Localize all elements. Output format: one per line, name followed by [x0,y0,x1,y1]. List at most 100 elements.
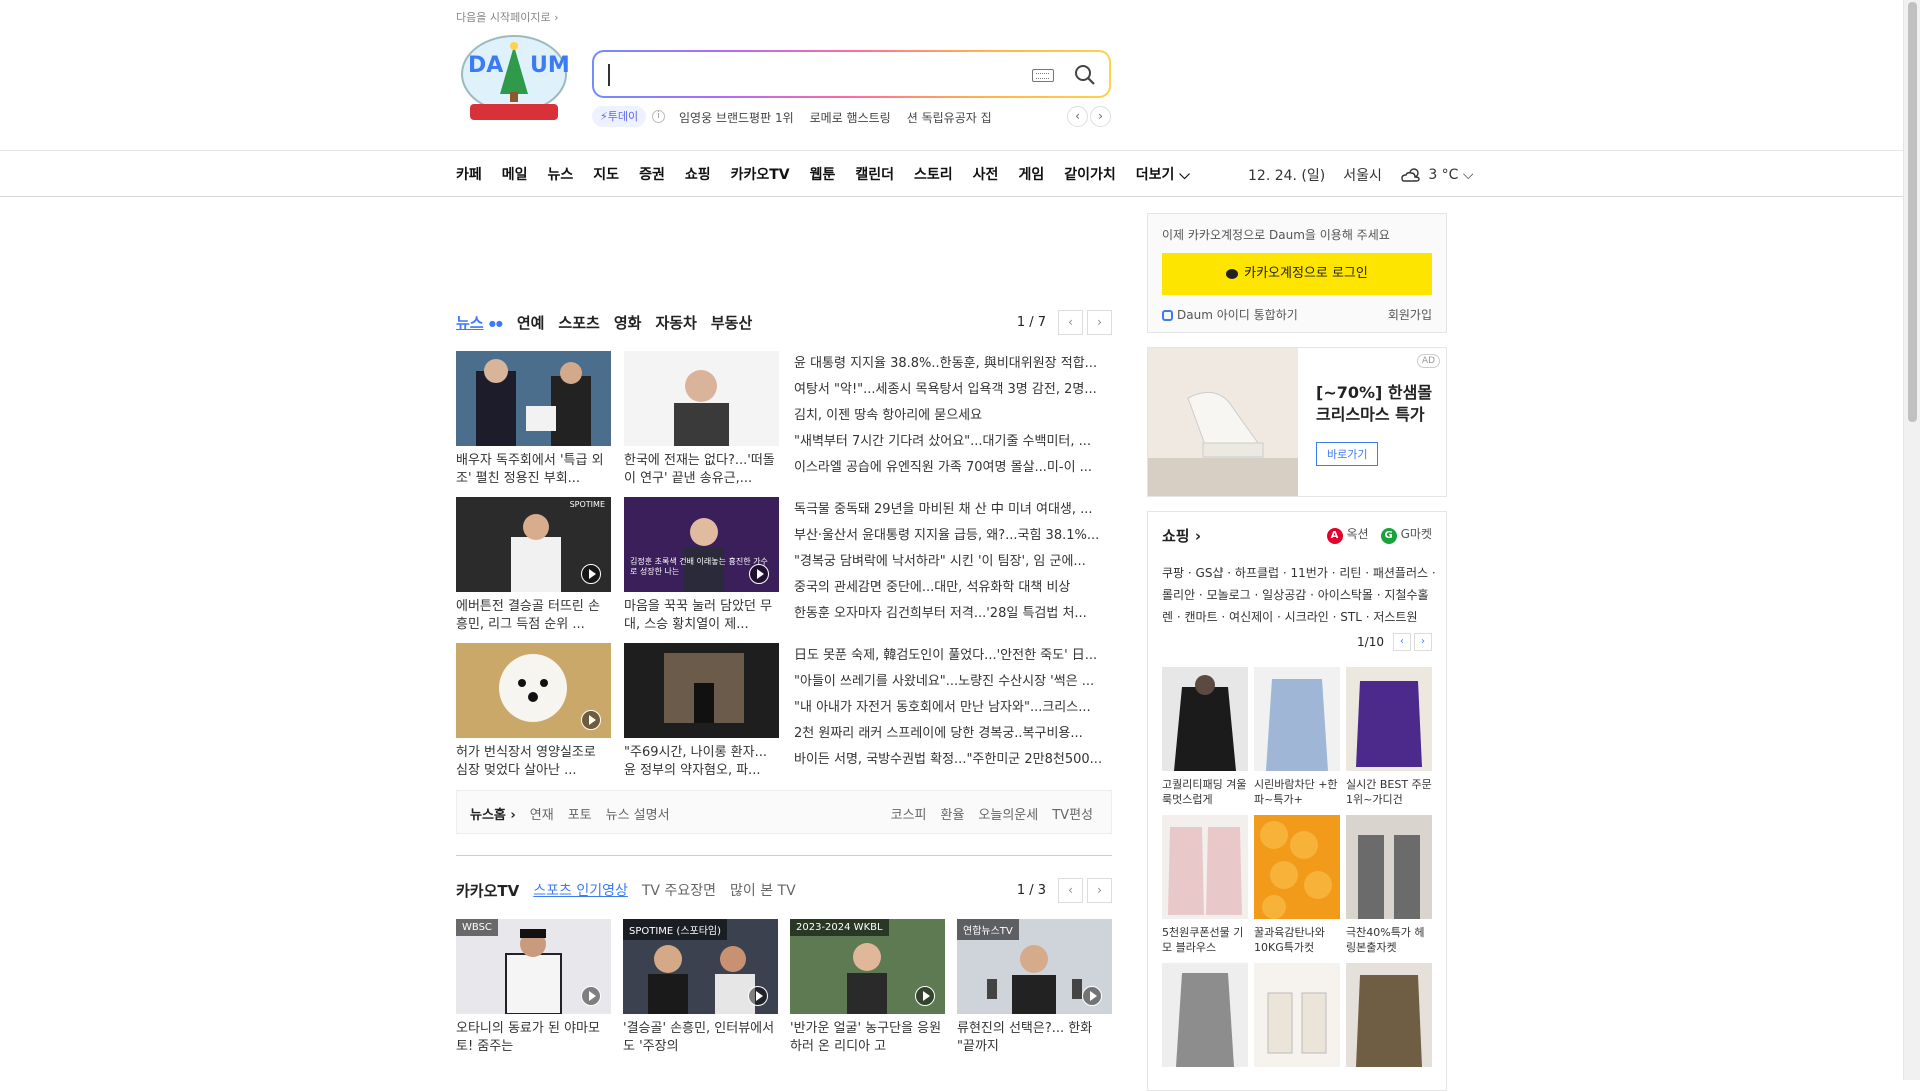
video-item[interactable]: 2023-2024 WKBL '반가운 얼굴' 농구단을 응원하러 온 리디아 … [790,919,945,1056]
product-item[interactable]: 꿀과육감탄나와 10KG특가컷 [1254,815,1340,957]
join-link[interactable]: 회원가입 [1388,306,1432,323]
shopping-title[interactable]: 쇼핑 › [1162,525,1201,546]
product-item[interactable]: 고퀄리티패딩 겨울룩멋스럽게 [1162,667,1248,809]
prev-icon[interactable]: ‹ [1058,878,1083,903]
play-icon[interactable] [581,986,601,1006]
headline-item[interactable]: 이스라엘 공습에 유엔직원 가족 70여명 몰살...미-이 ... [794,455,1112,481]
nav-item-calendar[interactable]: 캘린더 [855,164,894,184]
product-item[interactable]: 극찬40%특가 헤링본출자켓 [1346,815,1432,957]
today-badge[interactable]: ⚡투데이 [592,106,647,127]
keyboard-icon[interactable] [1032,69,1054,82]
nav-item-shopping[interactable]: 쇼핑 [685,164,711,184]
shopping-links[interactable]: 쿠팡 · GS샵 · 하프클럽 · 11번가 · 리틴 · 패션플러스 · 롤리… [1162,562,1437,628]
video-caption[interactable]: 류현진의 선택은?... 한화 "끝까지 [957,1020,1112,1056]
kakao-login-button[interactable]: 카카오계정으로 로그인 [1162,253,1432,295]
footer-link[interactable]: 코스피 [891,804,927,823]
news-thumbnail[interactable] [624,351,779,446]
product-item[interactable]: 실시간 BEST 주문1위~가디건 [1346,667,1432,809]
play-icon[interactable] [749,564,769,584]
product-item[interactable] [1254,963,1340,1090]
nav-item-map[interactable]: 지도 [593,164,619,184]
play-icon[interactable] [1082,986,1102,1006]
trending-item[interactable]: 로메로 햄스트링 [810,109,891,126]
daum-id-link[interactable]: Daum 아이디 통합하기 [1162,306,1298,323]
ad-text[interactable]: [~70%] 한샘몰 크리스마스 특가 [1316,382,1436,426]
headline-item[interactable]: 바이든 서명, 국방수권법 확정..."주한미군 2만8천500... [794,747,1112,773]
headline-item[interactable]: "경복궁 담벼락에 낙서하라" 시킨 '이 팀장', 임 군에... [794,549,1112,575]
headline-item[interactable]: "아들이 쓰레기를 사왔네요"...노량진 수산시장 '썩은 ... [794,669,1112,695]
headline-item[interactable]: 중국의 관세감면 중단에...대만, 석유화학 대책 비상 [794,575,1112,601]
next-icon[interactable]: › [1090,106,1111,127]
nav-item-cafe[interactable]: 카페 [456,164,482,184]
nav-item-together[interactable]: 같이가치 [1064,164,1116,184]
product-caption[interactable]: 5천원쿠폰선물 기모 블라우스 [1162,925,1248,957]
next-icon[interactable]: › [1414,633,1432,651]
headline-item[interactable]: 日도 못푼 숙제, 韓검도인이 풀었다...'안전한 죽도' 日... [794,643,1112,669]
trending-item[interactable]: 션 독립유공자 집 [907,109,992,126]
product-item[interactable] [1346,963,1432,1090]
news-caption[interactable]: 허가 번식장서 영양실조로 심장 멎었다 살아난 ... [456,744,611,780]
product-item[interactable] [1162,963,1248,1090]
search-box[interactable] [592,50,1111,98]
video-caption[interactable]: 오타니의 동료가 된 야마모토! 줌주는 [456,1020,611,1056]
news-thumbnail[interactable] [624,643,779,738]
nav-item-more[interactable]: 더보기 ⌵ [1136,164,1190,184]
nav-item-news[interactable]: 뉴스 [548,164,574,184]
tab-entertainment[interactable]: 연예 [517,312,545,333]
daum-logo[interactable]: DA UM [458,34,570,124]
search-input[interactable] [608,62,1008,86]
footer-link[interactable]: 오늘의운세 [978,804,1038,823]
news-caption[interactable]: 에버튼전 결승골 터뜨린 손흥민, 리그 득점 순위 ... [456,598,611,634]
info-icon[interactable]: i [652,110,665,123]
news-caption[interactable]: 배우자 독주회에서 '특급 외조' 펼친 정용진 부회... [456,452,611,488]
product-caption[interactable] [1254,1073,1340,1090]
prev-icon[interactable]: ‹ [1393,633,1411,651]
kakaotv-title[interactable]: 카카오TV [456,880,519,901]
headline-item[interactable]: "내 아내가 자전거 동호회에서 만난 남자와"...크리스... [794,695,1112,721]
tab-sports[interactable]: 스포츠 [558,312,599,333]
video-caption[interactable]: '반가운 얼굴' 농구단을 응원하러 온 리디아 고 [790,1020,945,1056]
nav-item-dictionary[interactable]: 사전 [973,164,999,184]
next-icon[interactable]: › [1087,878,1112,903]
trending-item[interactable]: 임영웅 브랜드평판 1위 [679,109,794,126]
tab-realestate[interactable]: 부동산 [711,312,752,333]
footer-link[interactable]: TV편성 [1052,804,1093,823]
nav-item-kakaotv[interactable]: 카카오TV [731,164,790,184]
nav-item-game[interactable]: 게임 [1018,164,1044,184]
news-caption[interactable]: 한국에 전재는 없다?...'떠돌이 연구' 끝낸 송유근,... [624,452,779,488]
news-home-link[interactable]: 뉴스홈 › [470,804,516,823]
headline-item[interactable]: 윤 대통령 지지율 38.8%..한동훈, 與비대위원장 적합... [794,351,1112,377]
footer-link[interactable]: 포토 [568,804,592,823]
play-icon[interactable] [581,564,601,584]
tab-most-watched[interactable]: 많이 본 TV [730,880,796,901]
product-caption[interactable]: 시린바람차단 +한파~특가+ [1254,777,1340,809]
product-item[interactable]: 5천원쿠폰선물 기모 블라우스 [1162,815,1248,957]
prev-icon[interactable]: ‹ [1058,310,1083,335]
nav-item-webtoon[interactable]: 웹툰 [810,164,836,184]
video-item[interactable]: SPOTIME (스포타임) '결승골' 손흥민, 인터뷰에서도 '주장의 [623,919,778,1056]
product-caption[interactable]: 고퀄리티패딩 겨울룩멋스럽게 [1162,777,1248,809]
video-item[interactable]: WBSC 오타니의 동료가 된 야마모토! 줌주는 [456,919,611,1056]
footer-link[interactable]: 연재 [530,804,554,823]
nav-item-mail[interactable]: 메일 [502,164,528,184]
brand-gmarket[interactable]: G G마켓 [1380,525,1432,544]
next-icon[interactable]: › [1087,310,1112,335]
headline-item[interactable]: "새벽부터 7시간 기다려 샀어요"...대기줄 수백미터, ... [794,429,1112,455]
news-thumbnail[interactable]: 김정훈 초록색 건배 이래놓는 흉진한 가수로 성장한 나는 [624,497,779,592]
ad-banner[interactable]: AD [~70%] 한샘몰 크리스마스 특가 바로가기 [1147,347,1447,497]
page-scrollbar[interactable] [1903,0,1920,1080]
brand-auction[interactable]: A 옥션 [1326,525,1369,544]
play-icon[interactable] [748,986,768,1006]
footer-link[interactable]: 환율 [941,804,965,823]
product-item[interactable]: 시린바람차단 +한파~특가+ [1254,667,1340,809]
tab-car[interactable]: 자동차 [655,312,696,333]
play-icon[interactable] [581,710,601,730]
news-caption[interactable]: "주69시간, 나이롱 환자... 윤 정부의 약자혐오, 파... [624,744,779,780]
news-thumbnail[interactable] [456,351,611,446]
product-caption[interactable] [1162,1073,1248,1090]
weather[interactable]: 3 °C ⌵ [1400,167,1474,183]
product-caption[interactable]: 극찬40%특가 헤링본출자켓 [1346,925,1432,957]
prev-icon[interactable]: ‹ [1067,106,1088,127]
nav-item-stock[interactable]: 증권 [639,164,665,184]
video-item[interactable]: 연합뉴스TV 류현진의 선택은?... 한화 "끝까지 [957,919,1112,1056]
